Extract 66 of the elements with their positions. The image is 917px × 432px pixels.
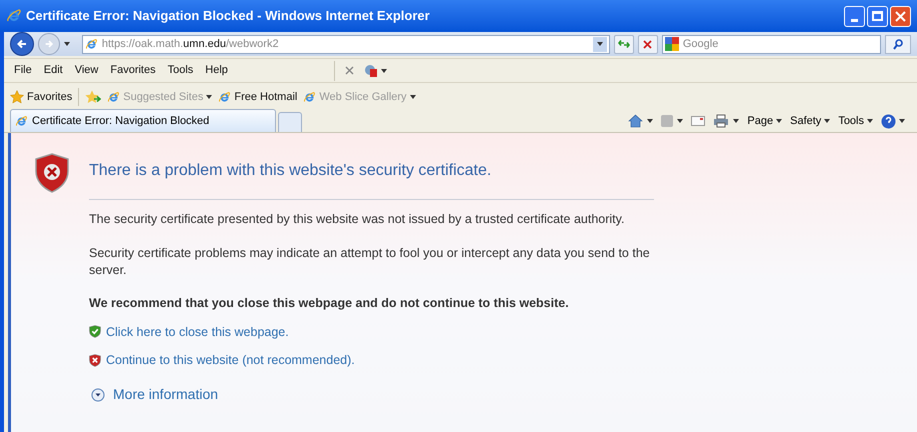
help-icon[interactable] <box>881 114 896 128</box>
browser-logo-icon <box>218 90 232 104</box>
browser-tab[interactable]: Certificate Error: Navigation Blocked <box>10 109 276 132</box>
refresh-button[interactable] <box>614 34 634 54</box>
star-icon <box>10 90 24 104</box>
link[interactable]: Continue to this website (not recommended). <box>106 351 355 370</box>
close-button[interactable] <box>890 6 911 26</box>
caret-icon[interactable] <box>64 42 70 46</box>
maximize-button[interactable] <box>867 6 888 26</box>
search-icon <box>893 38 904 50</box>
mail-icon[interactable] <box>691 116 706 126</box>
menu-item[interactable]: Help <box>199 62 234 79</box>
address-field[interactable]: https://oak.math.umn.edu/webwork2 <box>82 34 610 54</box>
more-information-link[interactable]: More information <box>113 384 218 405</box>
caret-icon[interactable] <box>776 119 782 123</box>
browser-logo-icon <box>15 114 28 128</box>
search-field[interactable]: Google <box>682 36 878 52</box>
shield-x-icon <box>89 354 101 368</box>
favorites-button[interactable]: Favorites <box>10 88 72 106</box>
caret-icon[interactable] <box>867 119 873 123</box>
close-icon <box>895 10 906 22</box>
command-button[interactable]: Tools <box>838 112 873 130</box>
command-button[interactable]: Safety <box>790 112 830 130</box>
search-provider-icon <box>664 37 679 51</box>
minimize-button[interactable] <box>844 6 865 26</box>
favorites-link[interactable]: Free Hotmail <box>218 88 298 106</box>
browser-logo-icon <box>107 90 120 104</box>
url-text: https://oak.math.umn.edu/webwork2 <box>102 36 279 52</box>
back-arrow-icon <box>16 38 28 50</box>
browser-logo-icon <box>84 38 98 50</box>
shield-check-icon <box>89 325 101 338</box>
browser-logo-icon <box>303 90 316 104</box>
menu-item[interactable]: View <box>68 62 104 79</box>
dropdown-icon[interactable] <box>592 36 607 52</box>
close-icon[interactable] <box>344 66 354 75</box>
paragraph: Security certificate problems may indicate an attempt to fool you or intercept any data you send to the server. <box>89 244 651 279</box>
caret-icon[interactable] <box>824 119 830 123</box>
search-button[interactable] <box>885 34 911 54</box>
home-icon[interactable] <box>628 114 644 128</box>
search-box[interactable]: Google <box>662 34 882 54</box>
printer-icon[interactable] <box>713 114 730 128</box>
caret-icon[interactable] <box>677 119 684 123</box>
error-shield-icon <box>35 153 69 193</box>
link[interactable]: Click here to close this webpage. <box>106 322 289 342</box>
caret-icon[interactable] <box>596 42 603 46</box>
paragraph: The security certificate presented by this website was not issued by a trusted certificate authority. <box>89 211 626 228</box>
back-button[interactable] <box>10 32 34 56</box>
recommendation-text: We recommend that you close this webpage and do not continue to this website. <box>89 294 570 312</box>
refresh-icon <box>618 39 630 49</box>
page-heading: There is a problem with this website's security certificate. <box>89 153 654 200</box>
caret-icon[interactable] <box>647 119 654 123</box>
caret-icon[interactable] <box>899 119 905 123</box>
add-favorite-icon[interactable] <box>85 90 102 104</box>
browser-logo-icon <box>6 8 22 24</box>
menu-item[interactable]: Edit <box>38 62 69 79</box>
stop-button[interactable] <box>638 34 658 54</box>
expand-icon[interactable] <box>91 388 105 402</box>
forward-arrow-icon <box>44 39 54 49</box>
caret-icon[interactable] <box>380 68 387 72</box>
menu-item[interactable]: Tools <box>162 62 200 79</box>
menu-item[interactable]: File <box>8 62 38 79</box>
command-button[interactable]: Page <box>747 112 782 130</box>
window-title: Certificate Error: Navigation Blocked - Windows Internet Explorer <box>26 7 430 26</box>
stop-icon <box>643 40 652 48</box>
menu-item[interactable]: Favorites <box>104 62 162 79</box>
caret-icon[interactable] <box>733 119 740 123</box>
